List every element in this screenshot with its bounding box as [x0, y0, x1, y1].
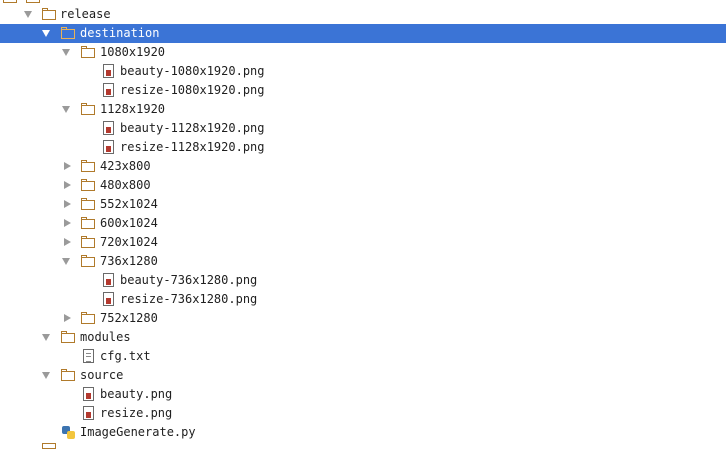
folder-icon	[81, 160, 95, 173]
chevron-down-icon[interactable]	[42, 334, 50, 341]
tree-item-resize-1080x1920[interactable]: resize-1080x1920.png	[0, 81, 726, 100]
chevron-down-icon[interactable]	[62, 49, 70, 56]
folder-icon	[81, 236, 95, 249]
tree-item-label: 1128x1920	[100, 102, 166, 116]
tree-item-source[interactable]: source	[0, 366, 726, 385]
image-file-icon	[83, 406, 94, 420]
image-file-icon	[103, 121, 114, 135]
tree-item-720x1024[interactable]: 720x1024	[0, 233, 726, 252]
folder-icon	[81, 179, 95, 192]
tree-item-label: resize-736x1280.png	[120, 292, 258, 306]
tree-item-imagegenerate-py[interactable]: ImageGenerate.py	[0, 423, 726, 442]
chevron-right-icon[interactable]	[64, 238, 71, 246]
image-file-icon	[103, 64, 114, 78]
image-file-icon	[103, 273, 114, 287]
chevron-right-icon[interactable]	[64, 219, 71, 227]
image-file-icon	[103, 83, 114, 97]
folder-icon	[81, 198, 95, 211]
tree-item-label: cfg.txt	[100, 349, 151, 363]
folder-icon	[61, 331, 75, 344]
folder-icon	[61, 27, 75, 40]
folder-icon	[42, 443, 56, 449]
text-file-icon	[83, 349, 94, 363]
tree-item-resize-1128x1920[interactable]: resize-1128x1920.png	[0, 138, 726, 157]
tree-item-label: 480x800	[100, 178, 151, 192]
tree-item-label: 1080x1920	[100, 45, 166, 59]
tree-item-label: destination	[80, 26, 160, 40]
image-file-icon	[103, 140, 114, 154]
tree-item-423x800[interactable]: 423x800	[0, 157, 726, 176]
chevron-down-icon[interactable]	[24, 11, 32, 18]
folder-icon	[42, 8, 56, 21]
folder-icon	[81, 312, 95, 325]
tree-item-label: resize.png	[100, 406, 173, 420]
tree-item-1080x1920[interactable]: 1080x1920	[0, 43, 726, 62]
tree-item-label: beauty-1128x1920.png	[120, 121, 265, 135]
tree-item-label: 720x1024	[100, 235, 158, 249]
tree-item-label: resize-1128x1920.png	[120, 140, 265, 154]
chevron-down-icon[interactable]	[62, 258, 70, 265]
tree-item-label: 736x1280	[100, 254, 158, 268]
tree-item-beauty-1128x1920[interactable]: beauty-1128x1920.png	[0, 119, 726, 138]
chevron-down-icon[interactable]	[62, 106, 70, 113]
tree-item-label: 423x800	[100, 159, 151, 173]
python-file-icon	[62, 426, 75, 439]
tree-item-cfg-txt[interactable]: cfg.txt	[0, 347, 726, 366]
folder-icon	[26, 0, 40, 3]
tree-item-beauty-1080x1920[interactable]: beauty-1080x1920.png	[0, 62, 726, 81]
tree-item-label: 552x1024	[100, 197, 158, 211]
folder-icon	[81, 255, 95, 268]
tree-item-beauty-png[interactable]: beauty.png	[0, 385, 726, 404]
folder-icon	[81, 46, 95, 59]
tree-item-destination[interactable]: destination	[0, 24, 726, 43]
tree-item-480x800[interactable]: 480x800	[0, 176, 726, 195]
project-tree: release destination 1080x1920 beauty-108…	[0, 0, 726, 449]
folder-icon	[61, 369, 75, 382]
tree-item-label: release	[60, 7, 111, 21]
tree-item-736x1280[interactable]: 736x1280	[0, 252, 726, 271]
image-file-icon	[83, 387, 94, 401]
tree-item-label: beauty.png	[100, 387, 173, 401]
chevron-right-icon[interactable]	[64, 200, 71, 208]
tree-item-resize-png[interactable]: resize.png	[0, 404, 726, 423]
folder-icon	[81, 217, 95, 230]
folder-icon	[3, 0, 17, 3]
tree-item-label: modules	[80, 330, 131, 344]
tree-item-label: beauty-736x1280.png	[120, 273, 258, 287]
tree-item-beauty-736x1280[interactable]: beauty-736x1280.png	[0, 271, 726, 290]
image-file-icon	[103, 292, 114, 306]
tree-item-label: ImageGenerate.py	[80, 425, 196, 439]
chevron-down-icon[interactable]	[42, 30, 50, 37]
tree-item-552x1024[interactable]: 552x1024	[0, 195, 726, 214]
tree-item-modules[interactable]: modules	[0, 328, 726, 347]
tree-item-1128x1920[interactable]: 1128x1920	[0, 100, 726, 119]
chevron-right-icon[interactable]	[64, 162, 71, 170]
tree-item-label: 752x1280	[100, 311, 158, 325]
chevron-right-icon[interactable]	[64, 314, 71, 322]
folder-icon	[81, 103, 95, 116]
tree-item-600x1024[interactable]: 600x1024	[0, 214, 726, 233]
chevron-down-icon[interactable]	[42, 372, 50, 379]
tree-item-label: beauty-1080x1920.png	[120, 64, 265, 78]
chevron-right-icon[interactable]	[64, 181, 71, 189]
tree-item-label: resize-1080x1920.png	[120, 83, 265, 97]
tree-item-752x1280[interactable]: 752x1280	[0, 309, 726, 328]
tree-item-label: source	[80, 368, 124, 382]
tree-item-label: 600x1024	[100, 216, 158, 230]
tree-item-release[interactable]: release	[0, 5, 726, 24]
tree-item-resize-736x1280[interactable]: resize-736x1280.png	[0, 290, 726, 309]
